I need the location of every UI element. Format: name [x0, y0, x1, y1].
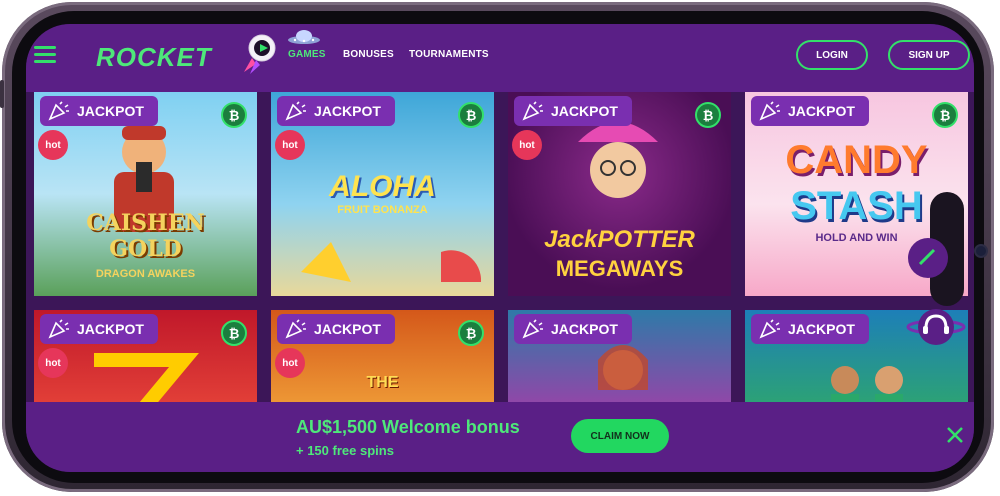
jackpot-badge: JACKPOT [40, 314, 158, 344]
game-subtitle: MEGAWAYS [555, 256, 684, 281]
hot-badge: hot [275, 130, 305, 160]
hot-badge: hot [275, 348, 305, 378]
jackpot-label: JACKPOT [77, 321, 144, 337]
party-popper-icon [522, 319, 543, 339]
game-art-fruits [301, 242, 481, 282]
game-title: GOLD [109, 236, 182, 262]
app-screen: ROCKET GAMES BONUSES TOURNAMENTS LOGIN S… [26, 24, 974, 472]
hamburger-menu-icon[interactable] [34, 46, 56, 64]
bonus-title: AU$1,500 Welcome bonus [296, 417, 520, 437]
jackpot-label: JACKPOT [77, 103, 144, 119]
ufo-icon [288, 30, 320, 44]
phone-side-button [0, 80, 4, 108]
floating-panel[interactable] [908, 192, 964, 306]
game-title: CANDY [785, 138, 928, 182]
game-grid: CAISHEN GOLD DRAGON AWAKES JACKPOT hot ₿… [34, 92, 969, 420]
signup-button[interactable]: SIGN UP [888, 40, 970, 70]
nav-games[interactable]: GAMES [288, 49, 326, 60]
jackpot-badge: JACKPOT [514, 96, 632, 126]
jackpot-label: JACKPOT [551, 321, 618, 337]
bitcoin-icon: ₿ [458, 102, 484, 128]
bonus-subtitle: + 150 free spins [296, 443, 394, 458]
game-title: THE [366, 374, 399, 391]
game-art-jester [578, 122, 658, 198]
bitcoin-icon: ₿ [458, 320, 484, 346]
jackpot-badge: JACKPOT [277, 96, 395, 126]
jackpot-badge: JACKPOT [751, 96, 869, 126]
jackpot-badge: JACKPOT [751, 314, 869, 344]
jackpot-badge: JACKPOT [514, 314, 632, 344]
astronaut-icon [244, 34, 276, 74]
jackpot-label: JACKPOT [788, 321, 855, 337]
nav-tournaments[interactable]: TOURNAMENTS [409, 49, 489, 60]
party-popper-icon [48, 319, 69, 339]
support-headset-icon[interactable] [906, 302, 966, 352]
game-tile[interactable]: CAISHEN GOLD DRAGON AWAKES JACKPOT hot ₿ [34, 92, 257, 296]
party-popper-icon [285, 101, 306, 121]
jackpot-label: JACKPOT [788, 103, 855, 119]
hot-badge: hot [512, 130, 542, 160]
game-tile[interactable]: JackPOTTER MEGAWAYS JACKPOT hot ₿ [508, 92, 731, 296]
hot-badge: hot [38, 348, 68, 378]
party-popper-icon [759, 319, 780, 339]
jackpot-badge: JACKPOT [40, 96, 158, 126]
game-title: JackPOTTER [544, 226, 695, 253]
party-popper-icon [759, 101, 780, 121]
bitcoin-icon: ₿ [695, 102, 721, 128]
camera-lens [974, 244, 988, 258]
jackpot-label: JACKPOT [551, 103, 618, 119]
bitcoin-icon: ₿ [932, 102, 958, 128]
site-logo[interactable]: ROCKET [96, 42, 212, 73]
party-popper-icon [522, 101, 543, 121]
bitcoin-icon: ₿ [221, 102, 247, 128]
hot-badge: hot [38, 130, 68, 160]
expand-arrow-icon[interactable] [906, 236, 950, 280]
party-popper-icon [48, 101, 69, 121]
top-header: ROCKET GAMES BONUSES TOURNAMENTS LOGIN S… [26, 24, 974, 92]
close-icon[interactable] [944, 424, 966, 446]
party-popper-icon [285, 319, 306, 339]
game-title: CAISHEN [86, 210, 205, 236]
nav-bonuses[interactable]: BONUSES [343, 49, 394, 60]
bitcoin-icon: ₿ [221, 320, 247, 346]
game-subtitle: FRUIT BONANZA [337, 204, 428, 216]
game-subtitle: DRAGON AWAKES [95, 268, 196, 280]
welcome-bonus-banner: AU$1,500 Welcome bonus + 150 free spins … [26, 402, 974, 472]
login-button[interactable]: LOGIN [796, 40, 868, 70]
claim-now-button[interactable]: CLAIM NOW [571, 419, 669, 453]
game-title: ALOHA [329, 170, 436, 203]
jackpot-label: JACKPOT [314, 321, 381, 337]
game-tile[interactable]: ALOHA FRUIT BONANZA JACKPOT hot ₿ [271, 92, 494, 296]
jackpot-label: JACKPOT [314, 103, 381, 119]
jackpot-badge: JACKPOT [277, 314, 395, 344]
